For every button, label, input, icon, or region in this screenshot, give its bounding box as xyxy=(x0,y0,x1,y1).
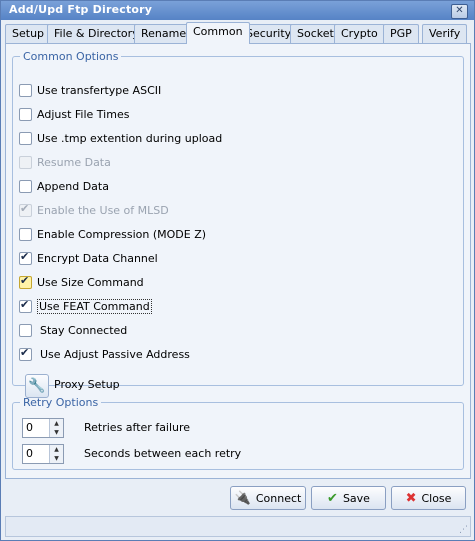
checkbox xyxy=(19,155,32,169)
option-resume-data: Resume Data xyxy=(19,154,111,170)
tab-crypto[interactable]: Crypto xyxy=(334,24,385,43)
spin-down-icon[interactable]: ▼ xyxy=(50,454,63,463)
save-button[interactable]: ✔ Save xyxy=(311,486,386,510)
checkbox[interactable] xyxy=(19,83,32,97)
option-label: Enable Compression (MODE Z) xyxy=(37,227,207,241)
option-transfertype-ascii[interactable]: Use transfertype ASCII xyxy=(19,82,161,98)
close-x-icon: ✖ xyxy=(405,490,417,506)
option-adjust-file-times[interactable]: Adjust File Times xyxy=(19,106,129,122)
connect-button[interactable]: 🔌 Connect xyxy=(230,486,306,510)
checkbox[interactable] xyxy=(19,131,32,145)
checkbox[interactable] xyxy=(19,250,32,265)
tab-rename[interactable]: Rename xyxy=(134,24,194,43)
retries-label: Retries after failure xyxy=(84,421,191,434)
tab-verify[interactable]: Verify xyxy=(422,24,468,43)
spin-up-icon[interactable]: ▲ xyxy=(50,445,63,454)
tab-panel-common: Common Options Use transfertype ASCII Ad… xyxy=(5,43,471,479)
spin-down-icon[interactable]: ▼ xyxy=(50,428,63,437)
close-button[interactable]: ✖ Close xyxy=(391,486,466,510)
option-label: Use FEAT Command xyxy=(37,298,152,314)
option-label: Append Data xyxy=(37,179,109,193)
close-label: Close xyxy=(421,491,452,505)
stepper-arrows: ▲ ▼ xyxy=(49,445,63,463)
plug-icon: 🔌 xyxy=(234,490,251,506)
status-bar: ⋰ xyxy=(5,516,471,537)
save-label: Save xyxy=(342,491,370,505)
option-label: Use .tmp extention during upload xyxy=(37,131,223,145)
seconds-stepper[interactable]: 0 ▲ ▼ xyxy=(22,444,64,464)
tab-common[interactable]: Common xyxy=(186,22,250,44)
dialog-window: Add/Upd Ftp Directory ✕ Setup File & Dir… xyxy=(0,0,475,541)
seconds-value[interactable]: 0 xyxy=(26,447,33,460)
option-enable-compression[interactable]: Enable Compression (MODE Z) xyxy=(19,226,206,242)
option-label: Use Adjust Passive Address xyxy=(40,347,190,361)
checkbox[interactable] xyxy=(19,346,32,361)
seconds-label: Seconds between each retry xyxy=(84,447,242,460)
checkbox[interactable] xyxy=(19,323,32,337)
retry-options-group: Retry Options 0 ▲ ▼ Retries after failur… xyxy=(12,396,464,470)
option-stay-connected[interactable]: Stay Connected xyxy=(19,322,127,338)
close-window-button[interactable]: ✕ xyxy=(451,4,468,19)
option-label: Enable the Use of MLSD xyxy=(37,203,169,217)
proxy-setup-label: Proxy Setup xyxy=(54,378,120,391)
option-label: Adjust File Times xyxy=(37,107,130,121)
option-label: Encrypt Data Channel xyxy=(37,251,158,265)
stepper-arrows: ▲ ▼ xyxy=(49,419,63,437)
checkbox xyxy=(19,202,32,217)
option-label: Use transfertype ASCII xyxy=(37,83,162,97)
option-append-data[interactable]: Append Data xyxy=(19,178,109,194)
connect-label: Connect xyxy=(255,491,302,505)
checkbox[interactable] xyxy=(19,298,32,313)
option-label: Stay Connected xyxy=(40,323,128,337)
retries-stepper[interactable]: 0 ▲ ▼ xyxy=(22,418,64,438)
common-options-legend: Common Options xyxy=(23,50,119,63)
checkbox[interactable] xyxy=(19,274,32,289)
title-bar[interactable]: Add/Upd Ftp Directory ✕ xyxy=(1,1,474,20)
spin-up-icon[interactable]: ▲ xyxy=(50,419,63,428)
close-icon: ✕ xyxy=(455,5,464,16)
retry-options-legend: Retry Options xyxy=(23,396,99,409)
checkbox[interactable] xyxy=(19,107,32,121)
option-adjust-passive-address[interactable]: Use Adjust Passive Address xyxy=(19,346,190,362)
checkbox[interactable] xyxy=(19,227,32,241)
option-use-feat-command[interactable]: Use FEAT Command xyxy=(19,298,152,314)
wrench-icon: 🔧 xyxy=(28,378,46,394)
resize-grip-icon[interactable]: ⋰ xyxy=(459,525,468,535)
option-enable-mlsd: Enable the Use of MLSD xyxy=(19,202,169,218)
proxy-setup-button[interactable]: 🔧 xyxy=(25,374,49,398)
option-tmp-extension[interactable]: Use .tmp extention during upload xyxy=(19,130,222,146)
option-label: Resume Data xyxy=(37,155,111,169)
tab-setup[interactable]: Setup xyxy=(5,24,52,43)
checkmark-icon: ✔ xyxy=(327,490,338,506)
retries-value[interactable]: 0 xyxy=(26,421,33,434)
tab-bar: Setup File & Directory Rename Common Sec… xyxy=(5,22,471,44)
window-title: Add/Upd Ftp Directory xyxy=(9,3,153,16)
tab-pgp[interactable]: PGP xyxy=(383,24,419,43)
option-encrypt-data-channel[interactable]: Encrypt Data Channel xyxy=(19,250,158,266)
common-options-group: Common Options Use transfertype ASCII Ad… xyxy=(12,50,464,398)
option-label: Use Size Command xyxy=(37,275,144,289)
tab-file-directory[interactable]: File & Directory xyxy=(47,24,146,43)
checkbox[interactable] xyxy=(19,179,32,193)
option-use-size-command[interactable]: Use Size Command xyxy=(19,274,144,290)
